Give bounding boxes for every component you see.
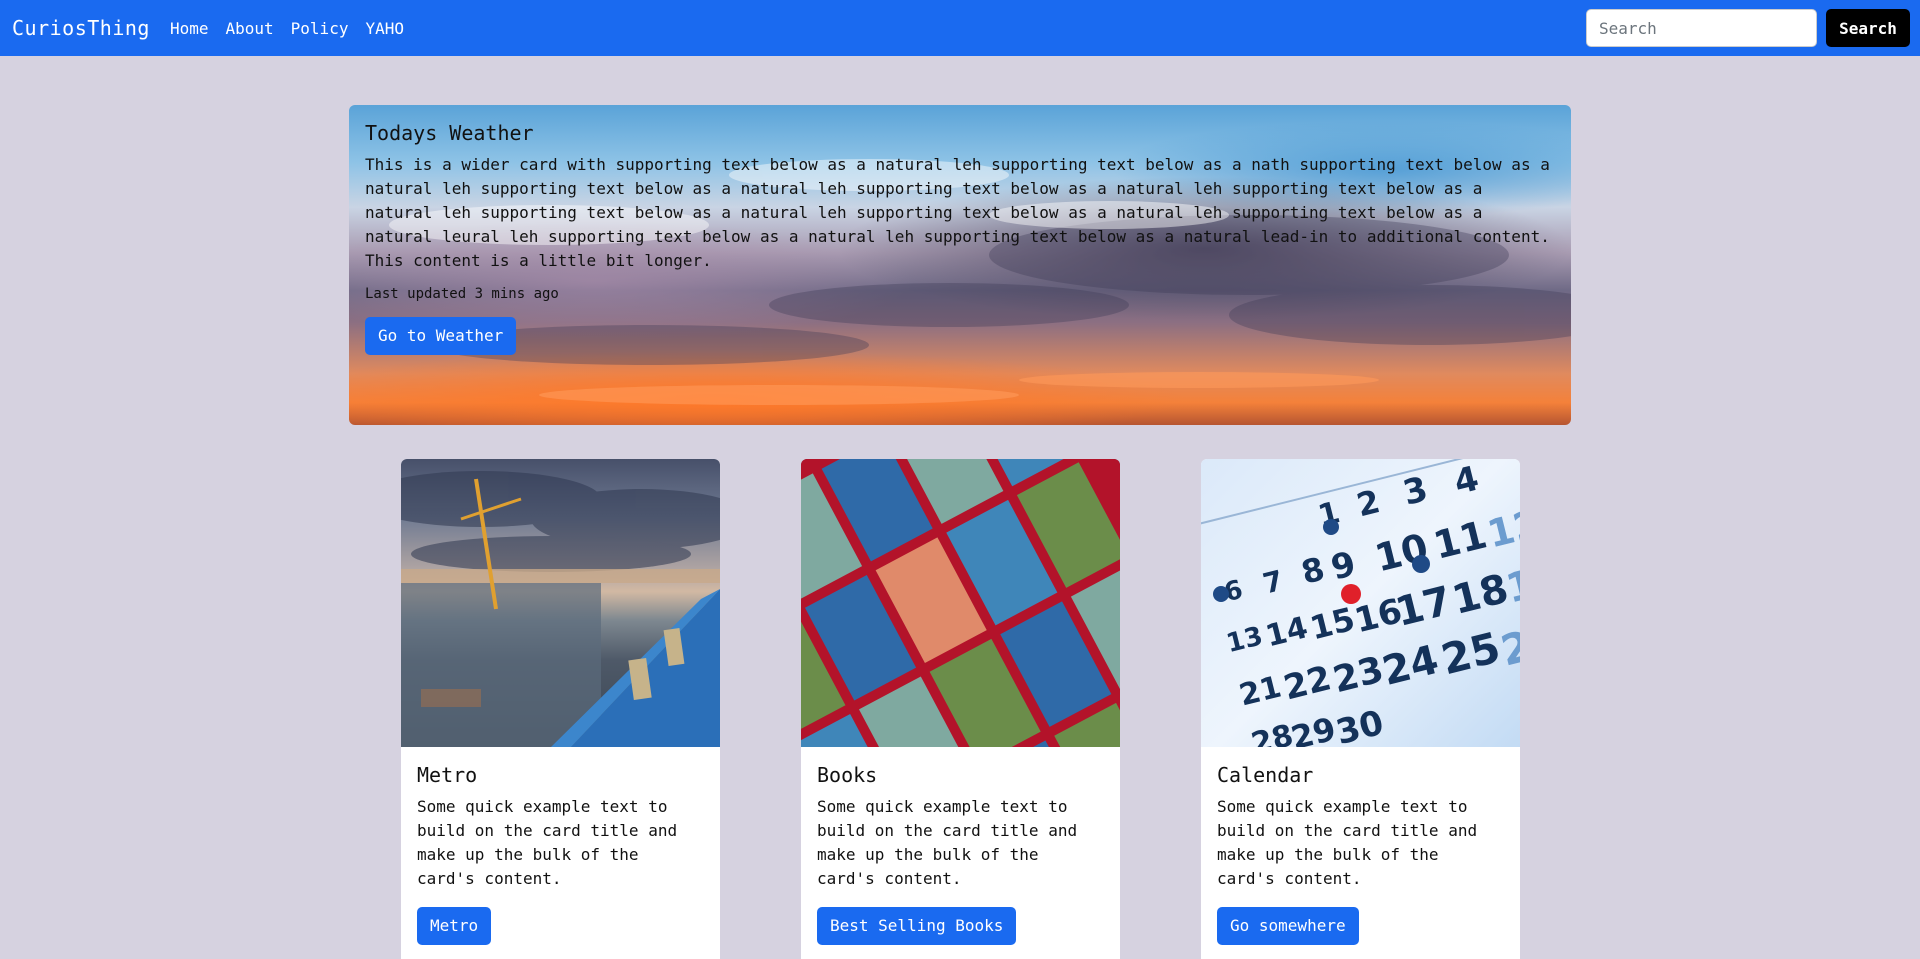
metro-card-body: Metro Some quick example text to build o… — [401, 747, 720, 959]
go-to-weather-button[interactable]: Go to Weather — [365, 317, 517, 355]
metro-card-title: Metro — [417, 763, 478, 787]
nav-about[interactable]: About — [225, 19, 273, 38]
weather-card-body: Todays Weather This is a wider card with… — [365, 121, 1557, 355]
calendar-card: 1 2 3 4 6 7 8 9 10 11 12 13 14 15 16 17 … — [1201, 459, 1520, 959]
books-photo-icon — [801, 459, 1120, 747]
weather-card: Todays Weather This is a wider card with… — [349, 105, 1571, 425]
svg-text:9: 9 — [1327, 544, 1360, 589]
svg-text:30: 30 — [1332, 703, 1388, 747]
go-somewhere-button[interactable]: Go somewhere — [1217, 907, 1359, 945]
weather-card-text: This is a wider card with supporting tex… — [365, 155, 1550, 270]
books-card-text: Some quick example text to build on the … — [817, 797, 1078, 888]
search-button[interactable]: Search — [1826, 9, 1910, 47]
svg-text:25: 25 — [1436, 623, 1505, 685]
books-card-body: Books Some quick example text to build o… — [801, 747, 1120, 959]
svg-text:14: 14 — [1262, 610, 1311, 654]
metro-photo-icon — [401, 459, 720, 747]
nav-yaho[interactable]: YAHO — [365, 19, 404, 38]
nav-home[interactable]: Home — [170, 19, 209, 38]
books-card: Books Some quick example text to build o… — [801, 459, 1120, 959]
svg-text:11: 11 — [1429, 512, 1491, 567]
metro-button[interactable]: Metro — [417, 907, 492, 945]
weather-card-title: Todays Weather — [365, 121, 534, 145]
brand-link[interactable]: CuriosThing — [12, 16, 150, 40]
search-form: Search — [1586, 9, 1910, 47]
nav-policy[interactable]: Policy — [291, 19, 349, 38]
svg-text:3: 3 — [1399, 469, 1432, 514]
books-card-title: Books — [817, 763, 878, 787]
svg-text:4: 4 — [1450, 459, 1483, 503]
svg-text:8: 8 — [1297, 550, 1328, 592]
weather-last-updated: Last updated 3 mins ago — [365, 286, 559, 302]
calendar-card-body: Calendar Some quick example text to buil… — [1201, 747, 1520, 959]
calendar-photo-icon: 1 2 3 4 6 7 8 9 10 11 12 13 14 15 16 17 … — [1201, 459, 1520, 747]
svg-text:22: 22 — [1280, 658, 1336, 708]
svg-text:17: 17 — [1391, 578, 1456, 636]
nav-links: Home About Policy YAHO — [170, 19, 421, 38]
search-input[interactable] — [1586, 9, 1817, 47]
best-selling-books-button[interactable]: Best Selling Books — [817, 907, 1017, 945]
metro-card: Metro Some quick example text to build o… — [401, 459, 720, 959]
svg-text:24: 24 — [1378, 637, 1443, 695]
navbar: CuriosThing Home About Policy YAHO Searc… — [0, 0, 1920, 56]
svg-text:21: 21 — [1236, 669, 1285, 713]
calendar-card-text: Some quick example text to build on the … — [1217, 797, 1478, 888]
metro-card-text: Some quick example text to build on the … — [417, 797, 678, 888]
svg-text:13: 13 — [1223, 621, 1265, 659]
svg-text:2: 2 — [1353, 482, 1384, 524]
svg-text:7: 7 — [1260, 564, 1287, 601]
calendar-card-title: Calendar — [1217, 763, 1314, 787]
